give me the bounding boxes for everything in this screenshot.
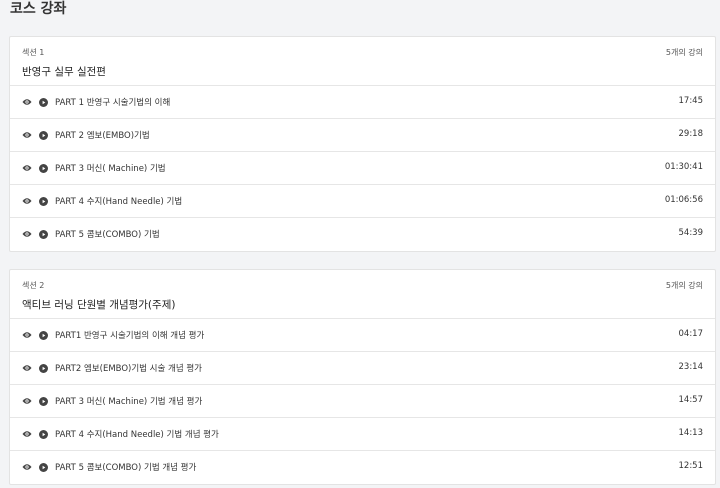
play-circle-icon[interactable] — [39, 230, 48, 239]
lecture-title[interactable]: PART 3 머신( Machine) 기법 — [55, 162, 166, 174]
eye-icon[interactable] — [22, 364, 32, 372]
section-header: 섹션 1 5개의 강의 반영구 실무 실전편 — [10, 37, 715, 86]
section-header: 섹션 2 5개의 강의 액티브 러닝 단원별 개념평가(주제) — [10, 270, 715, 319]
lecture-duration: 17:45 — [678, 96, 704, 106]
section-title: 반영구 실무 실전편 — [22, 66, 106, 78]
lecture-duration: 12:51 — [678, 461, 704, 471]
lecture-duration: 14:57 — [678, 395, 704, 405]
lecture-duration: 04:17 — [678, 329, 704, 339]
lecture-row[interactable]: PART 4 수지(Hand Needle) 기법 01:06:56 — [10, 185, 715, 218]
eye-icon[interactable] — [22, 463, 32, 471]
section-title: 액티브 러닝 단원별 개념평가(주제) — [22, 299, 176, 311]
lecture-row[interactable]: PART 3 머신( Machine) 기법 개념 평가 14:57 — [10, 385, 715, 418]
lecture-duration: 29:18 — [678, 129, 704, 139]
lecture-row[interactable]: PART 2 엠보(EMBO)기법 29:18 — [10, 119, 715, 152]
section-lecture-count: 5개의 강의 — [665, 48, 703, 57]
play-circle-icon[interactable] — [39, 197, 48, 206]
section-lecture-count: 5개의 강의 — [665, 281, 703, 290]
lecture-row[interactable]: PART2 엠보(EMBO)기법 시술 개념 평가 23:14 — [10, 352, 715, 385]
play-circle-icon[interactable] — [39, 98, 48, 107]
lecture-row[interactable]: PART1 반영구 시술기법의 이해 개념 평가 04:17 — [10, 319, 715, 352]
lecture-duration: 01:06:56 — [664, 195, 703, 205]
lecture-duration: 23:14 — [678, 362, 704, 372]
page-title: 코스 강좌 — [10, 1, 67, 17]
play-circle-icon[interactable] — [39, 397, 48, 406]
eye-icon[interactable] — [22, 430, 32, 438]
eye-icon[interactable] — [22, 98, 32, 106]
lecture-title[interactable]: PART 3 머신( Machine) 기법 개념 평가 — [55, 395, 202, 407]
section-label: 섹션 2 — [22, 281, 45, 290]
lecture-title[interactable]: PART 4 수지(Hand Needle) 기법 개념 평가 — [55, 428, 219, 440]
eye-icon[interactable] — [22, 331, 32, 339]
play-circle-icon[interactable] — [39, 331, 48, 340]
eye-icon[interactable] — [22, 164, 32, 172]
lecture-row[interactable]: PART 1 반영구 시술기법의 이해 17:45 — [10, 86, 715, 119]
section-2: 섹션 2 5개의 강의 액티브 러닝 단원별 개념평가(주제) PART1 반영… — [9, 269, 716, 485]
play-circle-icon[interactable] — [39, 131, 48, 140]
section-label: 섹션 1 — [22, 48, 45, 57]
eye-icon[interactable] — [22, 230, 32, 238]
play-circle-icon[interactable] — [39, 364, 48, 373]
lecture-duration: 14:13 — [678, 428, 704, 438]
lecture-title[interactable]: PART 5 콤보(COMBO) 기법 — [55, 228, 160, 240]
play-circle-icon[interactable] — [39, 164, 48, 173]
lecture-duration: 54:39 — [678, 228, 704, 238]
lecture-title[interactable]: PART 1 반영구 시술기법의 이해 — [55, 96, 170, 108]
eye-icon[interactable] — [22, 131, 32, 139]
lecture-title[interactable]: PART 5 콤보(COMBO) 기법 개념 평가 — [55, 461, 196, 473]
lecture-duration: 01:30:41 — [664, 162, 703, 172]
play-circle-icon[interactable] — [39, 463, 48, 472]
lecture-row[interactable]: PART 3 머신( Machine) 기법 01:30:41 — [10, 152, 715, 185]
lecture-title[interactable]: PART 4 수지(Hand Needle) 기법 — [55, 195, 182, 207]
lecture-row[interactable]: PART 4 수지(Hand Needle) 기법 개념 평가 14:13 — [10, 418, 715, 451]
lecture-title[interactable]: PART 2 엠보(EMBO)기법 — [55, 129, 150, 141]
lecture-row[interactable]: PART 5 콤보(COMBO) 기법 개념 평가 12:51 — [10, 451, 715, 484]
lecture-title[interactable]: PART2 엠보(EMBO)기법 시술 개념 평가 — [55, 362, 202, 374]
lecture-title[interactable]: PART1 반영구 시술기법의 이해 개념 평가 — [55, 329, 204, 341]
section-1: 섹션 1 5개의 강의 반영구 실무 실전편 PART 1 반영구 시술기법의 … — [9, 36, 716, 252]
play-circle-icon[interactable] — [39, 430, 48, 439]
lecture-row[interactable]: PART 5 콤보(COMBO) 기법 54:39 — [10, 218, 715, 251]
eye-icon[interactable] — [22, 197, 32, 205]
eye-icon[interactable] — [22, 397, 32, 405]
